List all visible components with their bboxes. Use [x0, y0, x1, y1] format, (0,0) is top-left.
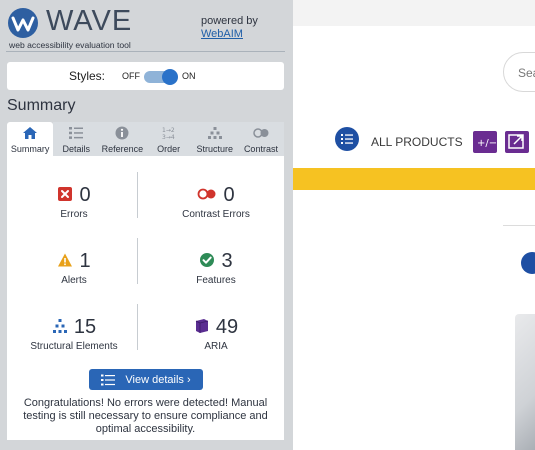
home-icon	[23, 127, 38, 139]
structural-count: 15	[73, 316, 97, 338]
contrast-errors-stat[interactable]: 0 Contrast Errors	[151, 176, 281, 236]
alert-icon	[58, 253, 73, 266]
summary-panel: 0 Errors 0 Contrast Errors 1 Alerts 3 Fe…	[7, 156, 284, 440]
wave-header: WAVE web accessibility evaluation tool p…	[0, 0, 293, 52]
site-top-bar	[293, 0, 535, 26]
panel-tabs: Summary Details Reference 1→2 3→4 Order	[7, 122, 285, 156]
contrast-icon	[253, 128, 269, 138]
features-label: Features	[196, 275, 236, 286]
wave-logo-icon	[8, 8, 38, 38]
site-yellow-banner	[293, 168, 535, 190]
errors-label: Errors	[60, 209, 88, 220]
info-icon	[115, 126, 129, 140]
tab-details-label: Details	[62, 144, 91, 154]
tab-summary-label: Summary	[10, 144, 50, 154]
styles-label: Styles:	[69, 69, 106, 83]
svg-text:1→2: 1→2	[162, 127, 175, 134]
plus-minus-icon: +/−	[477, 138, 497, 149]
wave-subtitle: web accessibility evaluation tool	[9, 40, 131, 50]
aria-label: ARIA	[204, 341, 228, 352]
congratulations-message: Congratulations! No errors were detected…	[23, 397, 268, 435]
tab-details[interactable]: Details	[53, 122, 100, 156]
aria-count: 49	[215, 316, 239, 338]
stat-divider	[137, 238, 138, 284]
site-badge-icon	[521, 252, 535, 274]
tab-reference-label: Reference	[101, 144, 144, 154]
calculator-icon[interactable]: +/−	[473, 131, 497, 153]
alerts-count: 1	[79, 250, 91, 272]
order-icon: 1→2 3→4	[162, 127, 175, 140]
feature-check-icon	[200, 252, 215, 267]
all-products-link[interactable]: ALL PRODUCTS	[371, 135, 463, 149]
evaluated-website: Sea ALL PRODUCTS +/−	[293, 0, 535, 450]
wave-sidebar: WAVE web accessibility evaluation tool p…	[0, 0, 293, 450]
wave-title: WAVE	[46, 5, 133, 37]
webaim-link[interactable]: WebAIM	[201, 28, 243, 40]
stat-divider	[137, 304, 138, 350]
structure-icon	[207, 127, 222, 139]
structure-icon	[52, 318, 67, 333]
view-details-button[interactable]: View details ›	[89, 369, 203, 390]
svg-text:3→4: 3→4	[162, 134, 175, 140]
alerts-label: Alerts	[61, 275, 87, 286]
tab-contrast-label: Contrast	[243, 144, 278, 154]
site-search-input[interactable]: Sea	[503, 52, 535, 92]
styles-toggle-bar: Styles: OFF ON	[7, 62, 284, 90]
stat-divider	[137, 172, 138, 218]
powered-by-text: powered by	[201, 15, 258, 27]
site-divider	[503, 225, 535, 226]
tab-order[interactable]: 1→2 3→4 Order	[145, 122, 192, 156]
list-icon	[341, 134, 353, 144]
styles-toggle-switch[interactable]	[144, 69, 178, 85]
features-count: 3	[221, 250, 233, 272]
tab-reference[interactable]: Reference	[99, 122, 146, 156]
features-stat[interactable]: 3 Features	[151, 242, 281, 302]
svg-text:+/−: +/−	[477, 138, 497, 149]
tab-structure[interactable]: Structure	[191, 122, 238, 156]
header-divider	[6, 51, 285, 52]
tab-contrast[interactable]: Contrast	[237, 122, 285, 156]
tab-summary[interactable]: Summary	[7, 122, 54, 156]
site-hero-image	[515, 314, 535, 450]
styles-on-label: ON	[182, 71, 196, 81]
external-link-icon[interactable]	[505, 131, 529, 153]
errors-count: 0	[79, 184, 91, 206]
contrast-errors-count: 0	[223, 184, 235, 206]
site-search-placeholder: Sea	[518, 66, 535, 80]
error-icon	[58, 186, 73, 201]
aria-stat[interactable]: 49 ARIA	[151, 308, 281, 368]
aria-cube-icon	[195, 318, 208, 333]
tab-structure-label: Structure	[196, 144, 234, 154]
structural-label: Structural Elements	[30, 341, 118, 352]
contrast-errors-label: Contrast Errors	[182, 209, 250, 220]
summary-heading: Summary	[7, 97, 76, 114]
list-icon	[69, 127, 84, 139]
styles-off-label: OFF	[122, 71, 140, 81]
styles-toggle-knob	[162, 69, 178, 85]
view-details-label: View details ›	[125, 373, 191, 386]
contrast-error-icon	[198, 188, 216, 199]
tab-order-label: Order	[157, 144, 181, 154]
structural-elements-stat[interactable]: 15 Structural Elements	[9, 308, 139, 368]
products-menu-icon[interactable]	[335, 127, 359, 151]
arrow-icon	[508, 134, 524, 149]
errors-stat[interactable]: 0 Errors	[9, 176, 139, 236]
alerts-stat[interactable]: 1 Alerts	[9, 242, 139, 302]
list-icon	[101, 374, 116, 385]
